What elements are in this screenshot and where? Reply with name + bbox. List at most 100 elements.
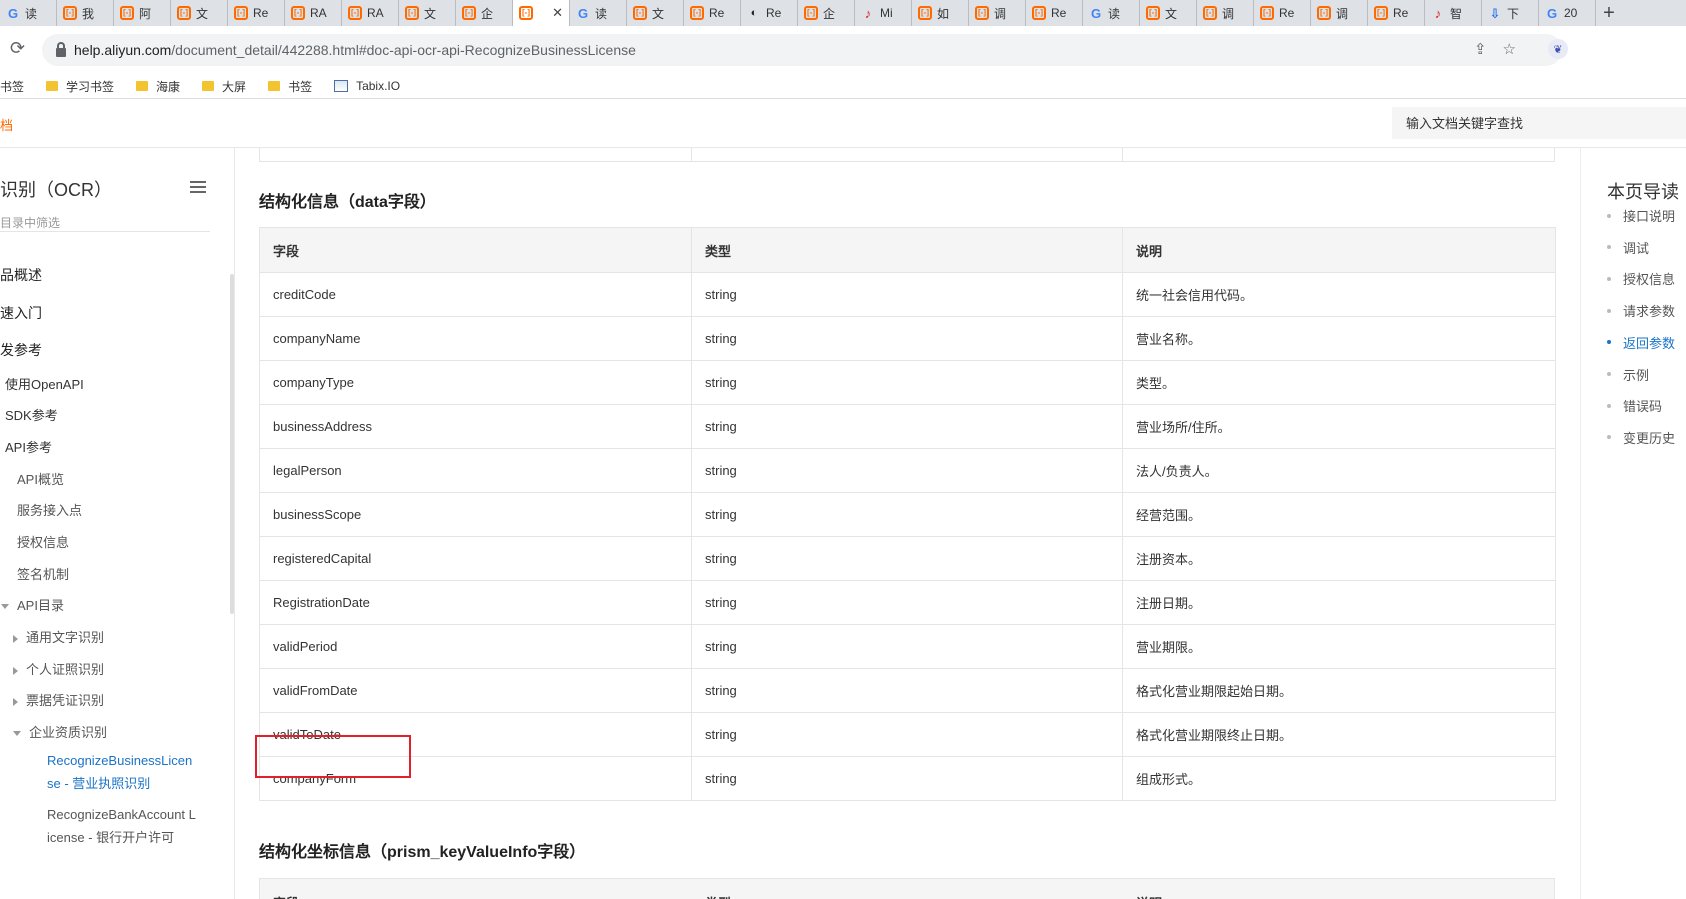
sidebar-item[interactable]: SDK参考 — [5, 405, 58, 424]
sidebar-item[interactable]: 个人证照识别 — [13, 659, 104, 678]
toc-item[interactable]: 接口说明 — [1607, 206, 1675, 225]
browser-tab[interactable]: [-] 企 — [456, 0, 513, 26]
sidebar-item[interactable]: 品概述 — [0, 265, 42, 285]
site-icon: ♪ — [1434, 5, 1442, 21]
extension-icon[interactable]: ❦ — [1548, 39, 1568, 59]
bookmark-folder[interactable]: 学习书签 — [46, 78, 114, 95]
browser-tab[interactable]: [-] Re — [684, 0, 741, 26]
browser-tab[interactable]: [-] 文 — [1140, 0, 1197, 26]
sidebar-item[interactable]: 企业资质识别 — [13, 722, 107, 741]
browser-tab[interactable]: [-] 企 — [798, 0, 855, 26]
browser-tab[interactable]: [-] RA — [342, 0, 399, 26]
toc-item[interactable]: 示例 — [1607, 365, 1649, 384]
sidebar-item-api-catalog[interactable]: API目录 — [1, 595, 64, 614]
table-cell-desc: 营业场所/住所。 — [1122, 404, 1556, 449]
browser-tab-active[interactable]: [-] ✕ — [513, 0, 570, 26]
menu-icon[interactable] — [190, 181, 206, 193]
browser-tab[interactable]: [-] Re — [228, 0, 285, 26]
table-cell-type: string — [691, 360, 1123, 405]
bookmark-item[interactable]: Tabix.IO — [334, 79, 400, 93]
page-toc: 本页导读 接口说明 调试 授权信息 请求参数 返回参数 示例 错误码 变更历史 — [1580, 148, 1686, 899]
aliyun-icon: [-] — [291, 6, 305, 20]
table-cell-desc: 格式化营业期限终止日期。 — [1122, 712, 1556, 757]
bookmark-star-icon[interactable]: ☆ — [1503, 40, 1516, 58]
annotation-highlight-box — [255, 735, 411, 778]
sidebar-scrollbar[interactable] — [230, 274, 234, 614]
bookmark-item[interactable]: 书签 — [0, 78, 24, 95]
new-tab-button[interactable]: + — [1594, 0, 1624, 26]
browser-tab[interactable]: ♪ 智 — [1425, 0, 1482, 26]
url-text[interactable]: help.aliyun.com/document_detail/442288.h… — [74, 42, 636, 58]
tab-label: Re — [709, 6, 725, 20]
browser-tab[interactable]: [-] 阿 — [114, 0, 171, 26]
sidebar-item-active[interactable]: RecognizeBusinessLicense - 营业执照识别 — [47, 749, 197, 795]
doc-search-input[interactable] — [1392, 114, 1668, 132]
browser-tab[interactable]: G读 — [570, 0, 627, 26]
reload-icon[interactable]: ⟳ — [10, 38, 25, 59]
browser-tab[interactable]: G读 — [0, 0, 57, 26]
chevron-down-icon — [1, 604, 9, 610]
sidebar-item[interactable]: 授权信息 — [17, 532, 69, 551]
sidebar-item[interactable]: 签名机制 — [17, 564, 69, 583]
tab-label: 下 — [1507, 6, 1520, 21]
browser-tab[interactable]: [-] 文 — [171, 0, 228, 26]
share-icon[interactable]: ⇪ — [1474, 40, 1487, 58]
bullet-icon — [1607, 245, 1611, 250]
sidebar-item[interactable]: 票据凭证识别 — [13, 690, 104, 709]
aliyun-icon: [-] — [1374, 6, 1388, 20]
sidebar-item[interactable]: 服务接入点 — [17, 500, 82, 519]
sidebar-item[interactable]: 通用文字识别 — [13, 627, 104, 646]
browser-tab[interactable]: [-] Re — [1254, 0, 1311, 26]
toc-item[interactable]: 授权信息 — [1607, 269, 1675, 288]
browser-tab[interactable]: ◐ Re — [741, 0, 798, 26]
toc-item[interactable]: 错误码 — [1607, 396, 1662, 415]
table-cell-field: creditCode — [259, 272, 692, 317]
bookmark-folder[interactable]: 海康 — [136, 78, 180, 95]
toc-item-active[interactable]: 返回参数 — [1607, 333, 1675, 352]
browser-tab[interactable]: [-] 文 — [399, 0, 456, 26]
table-row: businessAddress string 营业场所/住所。 — [259, 404, 1556, 449]
sidebar-item[interactable]: API概览 — [17, 469, 64, 488]
site-brand-link[interactable]: 档 — [0, 115, 13, 134]
browser-tab[interactable]: G 20 — [1539, 0, 1596, 26]
browser-tab[interactable]: [-] 调 — [969, 0, 1026, 26]
browser-tab[interactable]: [-] 文 — [627, 0, 684, 26]
close-icon[interactable]: ✕ — [552, 5, 563, 21]
browser-tab[interactable]: [-] 调 — [1197, 0, 1254, 26]
sidebar-filter-input[interactable]: 目录中筛选 — [0, 208, 210, 232]
table-cell-field: companyType — [259, 360, 692, 405]
browser-tab[interactable]: G读 — [1083, 0, 1140, 26]
table-cell-desc: 营业名称。 — [1122, 316, 1556, 361]
toc-item[interactable]: 调试 — [1607, 238, 1649, 257]
browser-tab[interactable]: ♪ Mi — [855, 0, 912, 26]
sidebar-item[interactable]: 发参考 — [0, 340, 42, 360]
bookmark-folder[interactable]: 书签 — [268, 78, 312, 95]
column-header: 字段 — [273, 893, 299, 899]
browser-tab[interactable]: [-] 我 — [57, 0, 114, 26]
aliyun-icon: [-] — [120, 6, 134, 20]
sidebar-item[interactable]: API参考 — [5, 437, 52, 456]
browser-tab[interactable]: ⇩ 下 — [1482, 0, 1539, 26]
sidebar-item[interactable]: RecognizeBankAccount License - 银行开户许可 — [47, 803, 197, 849]
url-input[interactable]: help.aliyun.com/document_detail/442288.h… — [42, 34, 1562, 66]
aliyun-icon: [-] — [462, 6, 476, 20]
bullet-icon — [1607, 276, 1611, 281]
bullet-icon — [1607, 435, 1611, 440]
aliyun-icon: [-] — [1260, 6, 1274, 20]
browser-tab[interactable]: [-] RA — [285, 0, 342, 26]
table-cell-field: companyName — [259, 316, 692, 361]
sidebar-item[interactable]: 使用OpenAPI — [5, 374, 84, 393]
tab-label: 文 — [1165, 6, 1178, 21]
toc-item[interactable]: 请求参数 — [1607, 301, 1675, 320]
browser-tab[interactable]: [-] 如 — [912, 0, 969, 26]
chevron-down-icon — [13, 731, 21, 737]
bookmark-folder[interactable]: 大屏 — [202, 78, 246, 95]
browser-tab[interactable]: [-] 调 — [1311, 0, 1368, 26]
browser-tab[interactable]: [-] Re — [1026, 0, 1083, 26]
table-cell-type: string — [691, 712, 1123, 757]
toc-item[interactable]: 变更历史 — [1607, 428, 1675, 447]
section-title: 结构化信息（data字段） — [259, 194, 436, 211]
table-cell-type: string — [691, 272, 1123, 317]
sidebar-item[interactable]: 速入门 — [0, 303, 42, 323]
browser-tab[interactable]: [-] Re — [1368, 0, 1425, 26]
